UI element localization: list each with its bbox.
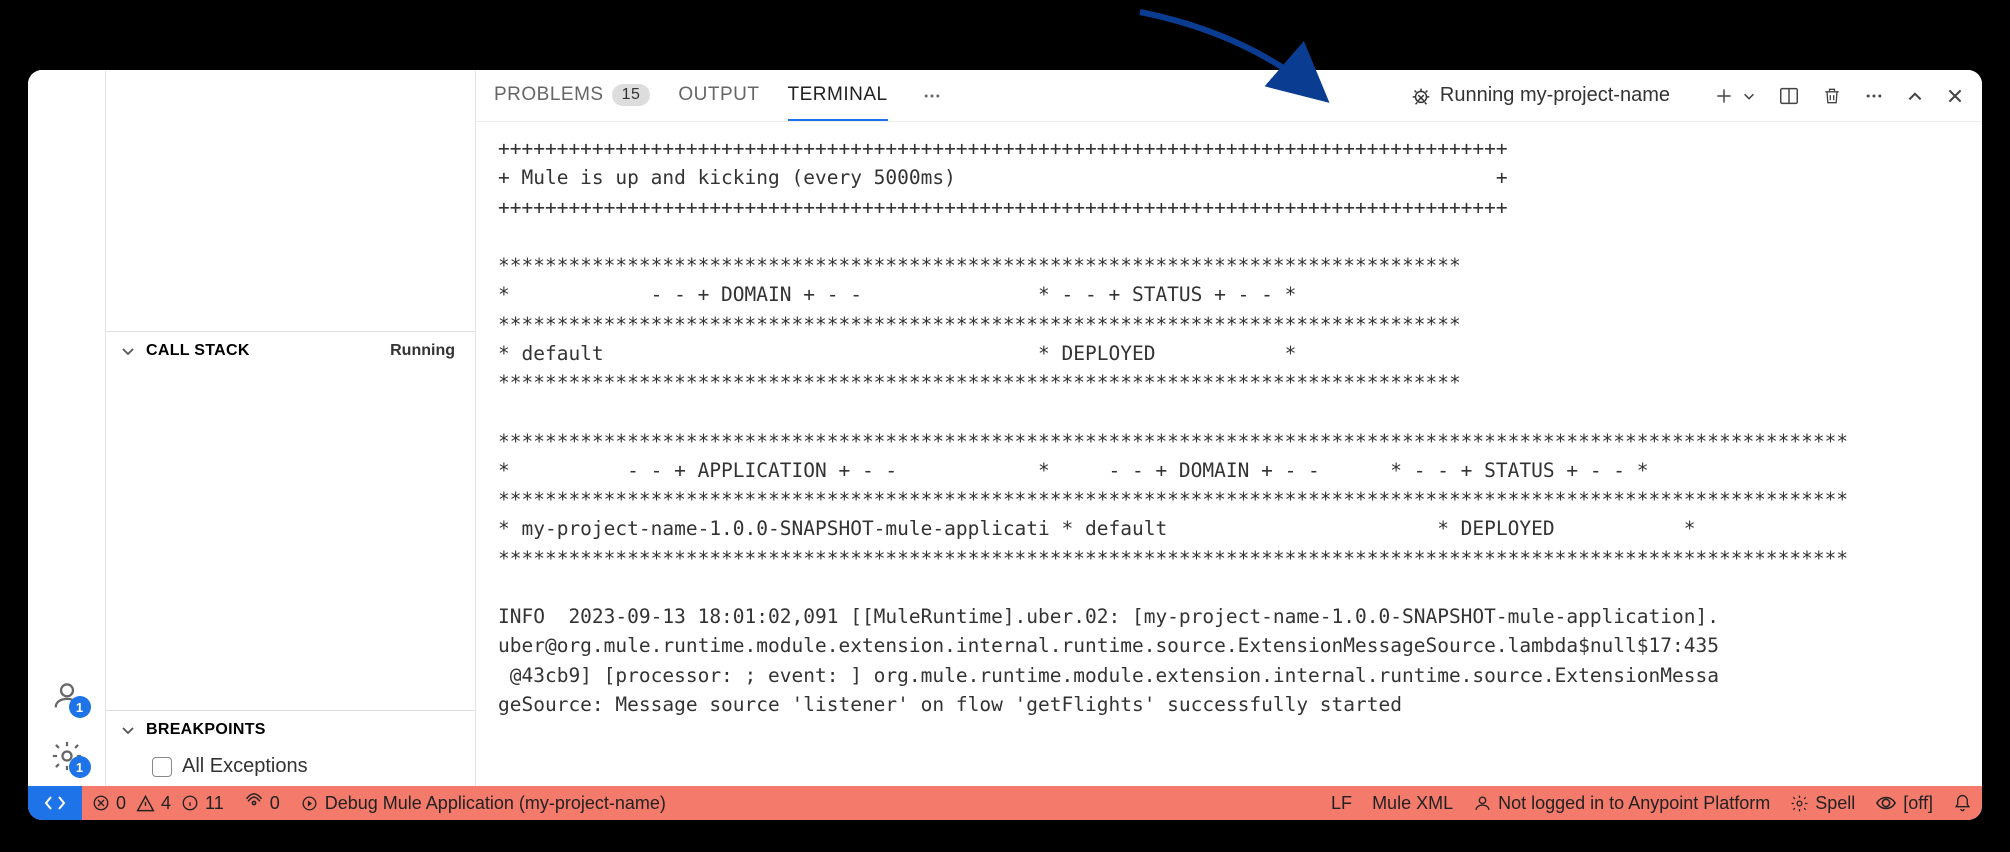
debug-sidebar: CALL STACK Running BREAKPOINTS All Excep… [106, 70, 476, 786]
accounts-icon[interactable]: 1 [47, 676, 87, 716]
remote-indicator-icon[interactable] [28, 786, 82, 820]
accounts-badge: 1 [69, 696, 91, 718]
status-language[interactable]: Mule XML [1362, 786, 1463, 820]
tab-terminal[interactable]: TERMINAL [788, 70, 888, 121]
status-value: Not logged in to Anypoint Platform [1498, 793, 1770, 814]
status-value: LF [1331, 793, 1352, 814]
terminal-output[interactable]: ++++++++++++++++++++++++++++++++++++++++… [476, 122, 1982, 786]
split-terminal-icon[interactable] [1778, 85, 1800, 107]
status-eol[interactable]: LF [1321, 786, 1362, 820]
status-value: Mule XML [1372, 793, 1453, 814]
panel-area: PROBLEMS 15 OUTPUT TERMINAL Runni [476, 70, 1982, 786]
status-spell[interactable]: Spell [1780, 786, 1865, 820]
status-anypoint-login[interactable]: Not logged in to Anypoint Platform [1463, 786, 1780, 820]
settings-badge: 1 [69, 756, 91, 778]
chevron-down-icon [120, 722, 138, 738]
tab-output[interactable]: OUTPUT [678, 70, 759, 121]
terminal-name: Running my-project-name [1440, 84, 1670, 107]
more-tabs-icon[interactable] [922, 86, 942, 106]
terminal-dropdown-icon[interactable] [1742, 89, 1756, 103]
chevron-down-icon [120, 343, 138, 359]
status-value: Spell [1815, 793, 1855, 814]
tab-label: TERMINAL [788, 84, 888, 106]
status-value: 0 [270, 793, 280, 814]
breakpoints-title: BREAKPOINTS [146, 721, 266, 739]
breakpoint-item[interactable]: All Exceptions [106, 749, 475, 786]
more-actions-icon[interactable] [1864, 86, 1884, 106]
breakpoints-header[interactable]: BREAKPOINTS [106, 710, 475, 749]
status-info[interactable]: 11 [181, 786, 234, 820]
status-value: 0 [116, 793, 126, 814]
call-stack-title: CALL STACK [146, 342, 250, 360]
status-off[interactable]: [off] [1865, 786, 1943, 820]
status-value: Debug Mule Application (my-project-name) [325, 793, 666, 814]
terminal-process-label[interactable]: Running my-project-name [1410, 84, 1670, 107]
new-terminal-icon[interactable] [1714, 86, 1734, 106]
close-panel-icon[interactable] [1946, 87, 1964, 105]
tab-label: OUTPUT [678, 84, 759, 106]
tab-problems[interactable]: PROBLEMS 15 [494, 70, 650, 121]
status-bar: 0 4 11 0 Debug Mule Application (my-proj… [28, 786, 1982, 820]
checkbox-icon[interactable] [152, 757, 172, 777]
call-stack-header[interactable]: CALL STACK Running [106, 331, 475, 370]
problems-badge: 15 [612, 84, 651, 106]
status-value: 11 [205, 793, 224, 814]
panel-tabs: PROBLEMS 15 OUTPUT TERMINAL Runni [476, 70, 1982, 122]
trash-icon[interactable] [1822, 86, 1842, 106]
breakpoint-label: All Exceptions [182, 755, 308, 778]
call-stack-status: Running [390, 342, 461, 360]
maximize-panel-icon[interactable] [1906, 87, 1924, 105]
settings-gear-icon[interactable]: 1 [47, 736, 87, 776]
status-value: [off] [1903, 793, 1933, 814]
activity-bar: 1 1 [28, 70, 106, 786]
debug-icon [1410, 85, 1432, 107]
status-debug-config[interactable]: Debug Mule Application (my-project-name) [290, 786, 676, 820]
status-errors[interactable]: 0 [82, 786, 136, 820]
status-warnings[interactable]: 4 [136, 786, 181, 820]
status-value: 4 [161, 793, 171, 814]
tab-label: PROBLEMS [494, 84, 604, 106]
status-ports[interactable]: 0 [234, 786, 290, 820]
status-notifications-icon[interactable] [1943, 786, 1982, 820]
